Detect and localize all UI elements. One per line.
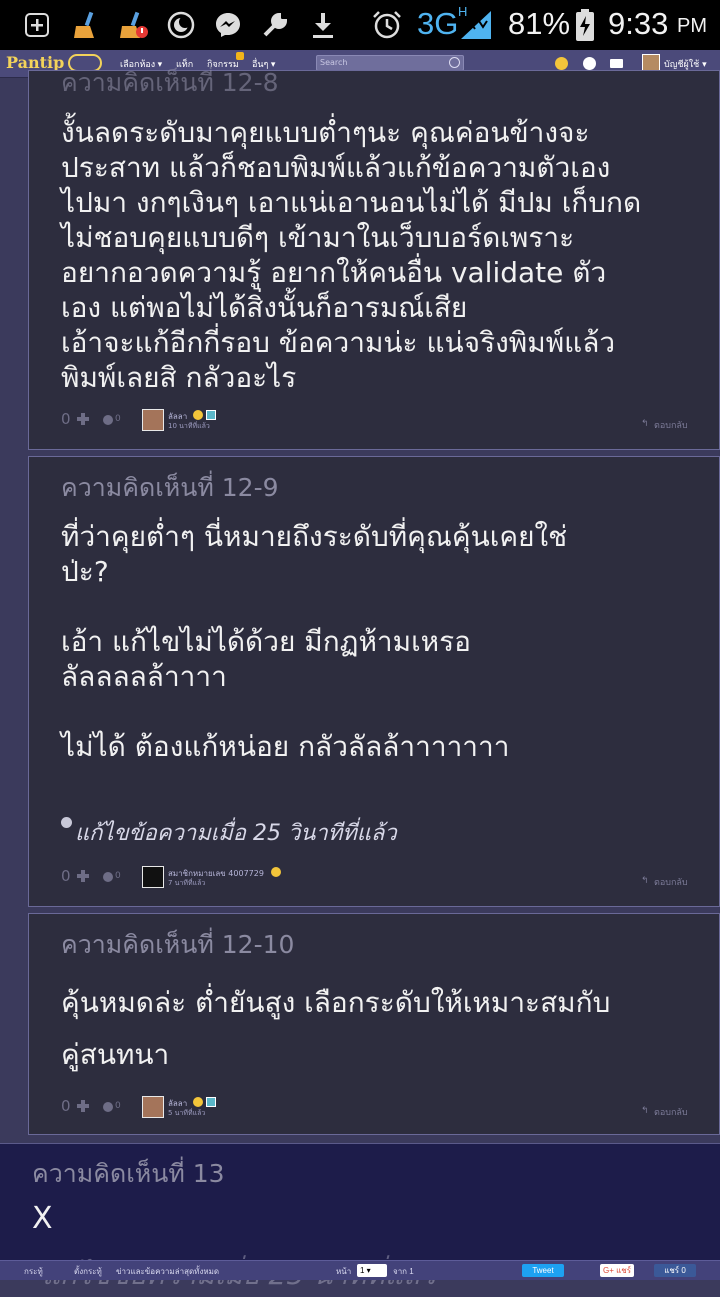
comment-body-line: X <box>32 1201 53 1236</box>
comment-body-line: ป่ะ? <box>61 555 109 588</box>
bottom-link-new-topic[interactable]: ตั้งกระทู้ <box>74 1265 102 1278</box>
emoticon-icon[interactable] <box>555 57 568 70</box>
avatar[interactable] <box>142 1096 164 1118</box>
reply-link[interactable]: ตอบกลับ <box>654 875 688 889</box>
emoticon-badge-icon <box>193 1097 203 1107</box>
reply-arrow-icon[interactable]: ↰ <box>641 419 649 429</box>
emotion-count: 0 <box>115 871 121 881</box>
broom-alert-icon <box>118 8 148 42</box>
comment-body-line: พิมพ์เลยสิ กลัวอะไร <box>61 361 297 394</box>
edit-note: แก้ไขข้อความเมื่อ 25 วินาทีที่แล้ว <box>75 821 397 846</box>
plus-icon[interactable] <box>77 413 89 425</box>
download-icon <box>308 8 338 42</box>
emoticon-badge-icon <box>193 410 203 420</box>
vote-count: 0 <box>61 867 71 885</box>
page-of: จาก 1 <box>393 1267 414 1276</box>
user-menu[interactable]: บัญชีผู้ใช้ ▾ <box>664 57 707 71</box>
comment-title: ความคิดเห็นที่ 12-8 <box>61 68 279 97</box>
moon-icon <box>166 8 196 42</box>
search-icon[interactable] <box>449 57 460 68</box>
post-time: 10 นาทีที่แล้ว <box>168 422 210 430</box>
member-badge-icon <box>206 410 216 420</box>
avatar[interactable] <box>142 409 164 431</box>
bottom-link-latest[interactable]: ข่าวและข้อความล่าสุดทั้งหมด <box>116 1265 219 1278</box>
edit-icon <box>61 817 72 828</box>
emotion-icon[interactable] <box>103 872 113 882</box>
comment-card-12-10: ความคิดเห็นที่ 12-10 คุ้นหมดล่ะ ต่ำยันสู… <box>28 913 720 1135</box>
avatar[interactable] <box>142 866 164 888</box>
plus-icon[interactable] <box>77 870 89 882</box>
comment-body-line: ที่ว่าคุยต่ำๆ นี่หมายถึงระดับที่คุณคุ้นเ… <box>61 520 568 553</box>
bottom-link-topics[interactable]: กระทู้ <box>24 1265 43 1278</box>
page-select[interactable]: 1 ▾ <box>357 1264 387 1277</box>
page-select-value: 1 <box>360 1266 365 1275</box>
gplus-share-button[interactable]: G+ แชร์ <box>600 1264 634 1277</box>
comment-body-line: คุ้นหมดล่ะ ต่ำยันสูง เลือกระดับให้เหมาะส… <box>61 986 611 1019</box>
comment-card-12-9: ความคิดเห็นที่ 12-9 ที่ว่าคุยต่ำๆ นี่หมา… <box>28 456 720 907</box>
reply-link[interactable]: ตอบกลับ <box>654 1105 688 1119</box>
emoticon-badge-icon <box>271 867 281 877</box>
comment-body-line: คู่สนทนา <box>61 1038 170 1071</box>
member-badge-icon <box>206 1097 216 1107</box>
reply-arrow-icon[interactable]: ↰ <box>641 876 649 886</box>
notification-badge <box>236 52 244 60</box>
comment-card-12-8: ความคิดเห็นที่ 12-8 งั้นลดระดับมาคุยแบบต… <box>28 68 720 450</box>
plus-icon[interactable] <box>77 1100 89 1112</box>
vote-count: 0 <box>61 1097 71 1115</box>
post-time: 5 นาทีที่แล้ว <box>168 1109 206 1117</box>
broom-icon <box>70 8 100 42</box>
messenger-icon <box>212 8 244 42</box>
battery-percent: 81% <box>508 6 571 41</box>
comment-body-line: ไม่ได้ ต้องแก้หน่อย กลัวลัลล้าาาาาาา <box>61 730 510 763</box>
facebook-share-button[interactable]: แชร์ 0 <box>654 1264 696 1277</box>
comment-body-line: ลัลลลลล้าาาา <box>61 660 227 693</box>
status-bar: 3G H 81% 9:33 PM <box>0 0 720 50</box>
reply-arrow-icon[interactable]: ↰ <box>641 1106 649 1116</box>
reply-link[interactable]: ตอบกลับ <box>654 418 688 432</box>
search-input[interactable]: Search <box>316 55 464 71</box>
comment-title: ความคิดเห็นที่ 12-10 <box>61 930 295 959</box>
emotion-count: 0 <box>115 414 121 424</box>
signal-icon <box>458 8 494 42</box>
mail-icon[interactable] <box>610 59 623 68</box>
clock-ampm: PM <box>677 15 707 37</box>
battery-icon <box>572 8 598 42</box>
clock: 9:33 <box>608 6 669 41</box>
post-time: 7 นาทีที่แล้ว <box>168 879 206 887</box>
emotion-icon[interactable] <box>103 415 113 425</box>
emotion-icon[interactable] <box>103 1102 113 1112</box>
page-label: หน้า <box>336 1267 352 1276</box>
comment-title: ความคิดเห็นที่ 12-9 <box>61 473 279 502</box>
tweet-button[interactable]: Tweet <box>522 1264 564 1277</box>
wrench-icon <box>260 8 290 42</box>
network-type: 3G <box>417 6 459 41</box>
chat-icon[interactable] <box>583 57 596 70</box>
emotion-count: 0 <box>115 1101 121 1111</box>
comment-title: ความคิดเห็นที่ 13 <box>32 1159 225 1188</box>
vote-count: 0 <box>61 410 71 428</box>
add-icon <box>22 8 52 42</box>
bottom-toolbar: กระทู้ ตั้งกระทู้ ข่าวและข้อความล่าสุดทั… <box>0 1260 720 1280</box>
alarm-icon <box>370 8 404 42</box>
